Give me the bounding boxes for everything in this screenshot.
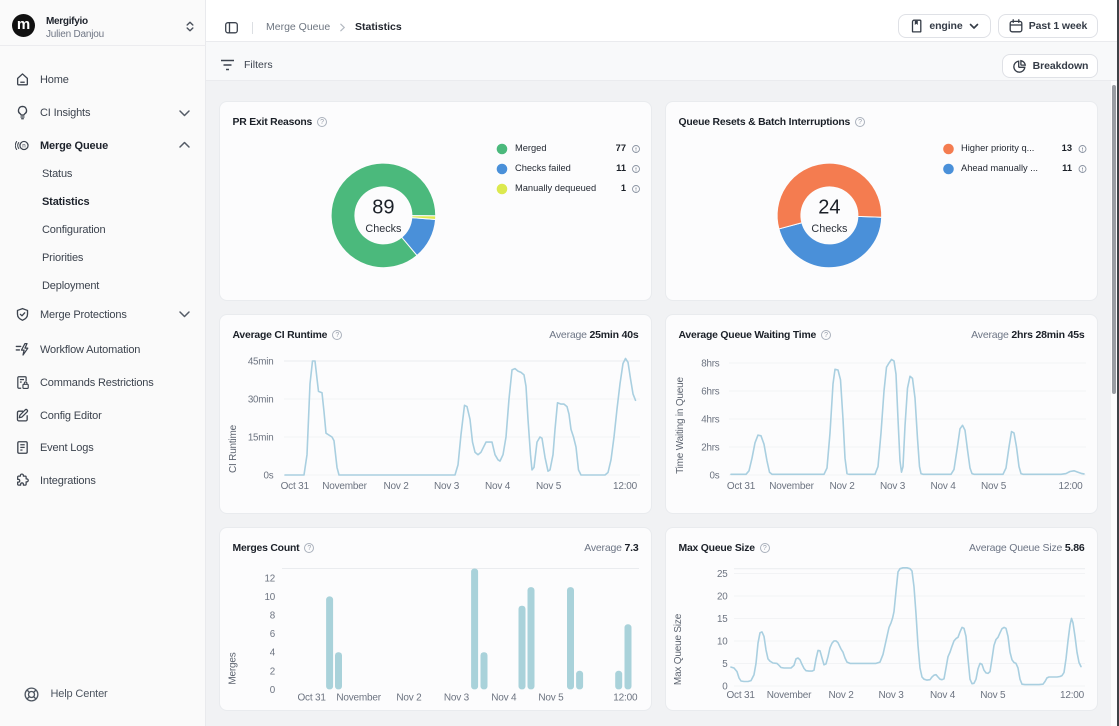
- svg-text:12:00: 12:00: [1060, 690, 1085, 701]
- svg-text:Oct 31: Oct 31: [727, 481, 756, 492]
- svg-text:Checks failed: Checks failed: [515, 163, 571, 173]
- svg-text:Nov 2: Nov 2: [828, 690, 854, 701]
- svg-text:Oct 31: Oct 31: [726, 690, 755, 701]
- svg-text:Nov 4: Nov 4: [930, 481, 956, 492]
- svg-text:Nov 5: Nov 5: [538, 693, 564, 704]
- svg-text:15min: 15min: [248, 433, 274, 444]
- svg-text:12:00: 12:00: [613, 481, 638, 492]
- svg-text:Nov 4: Nov 4: [491, 693, 517, 704]
- svg-text:2hrs: 2hrs: [701, 443, 720, 454]
- svg-text:10: 10: [265, 592, 276, 603]
- svg-text:11: 11: [616, 163, 626, 173]
- svg-text:Higher priority q...: Higher priority q...: [961, 143, 1034, 153]
- svg-text:Nov 4: Nov 4: [485, 481, 511, 492]
- svg-text:45min: 45min: [248, 357, 274, 368]
- svg-text:Nov 5: Nov 5: [981, 481, 1007, 492]
- svg-text:0s: 0s: [710, 471, 720, 482]
- svg-text:4: 4: [270, 648, 276, 659]
- svg-text:Nov 2: Nov 2: [383, 481, 409, 492]
- svg-text:Nov 2: Nov 2: [396, 693, 422, 704]
- svg-text:Ahead manually ...: Ahead manually ...: [961, 163, 1038, 173]
- svg-text:8: 8: [270, 611, 276, 622]
- svg-text:Nov 4: Nov 4: [930, 690, 956, 701]
- svg-text:4hrs: 4hrs: [701, 415, 720, 426]
- svg-text:30min: 30min: [248, 395, 274, 406]
- svg-text:Merges: Merges: [228, 652, 239, 684]
- svg-text:Oct 31: Oct 31: [281, 481, 310, 492]
- svg-text:12: 12: [265, 573, 276, 584]
- svg-text:n: n: [22, 142, 26, 149]
- svg-text:11: 11: [1062, 163, 1072, 173]
- svg-text:November: November: [769, 481, 814, 492]
- svg-text:25: 25: [717, 569, 728, 580]
- svg-text:Oct 31: Oct 31: [297, 693, 326, 704]
- svg-text:8hrs: 8hrs: [701, 359, 720, 370]
- svg-text:November: November: [767, 690, 812, 701]
- svg-text:0s: 0s: [264, 471, 274, 482]
- svg-text:Time Waiting in Queue: Time Waiting in Queue: [675, 376, 686, 473]
- svg-text:Nov 3: Nov 3: [878, 690, 904, 701]
- svg-text:0: 0: [270, 685, 276, 696]
- svg-text:Nov 2: Nov 2: [829, 481, 855, 492]
- svg-text:Manually dequeued: Manually dequeued: [515, 183, 596, 193]
- svg-text:6: 6: [270, 629, 276, 640]
- svg-text:13: 13: [1062, 143, 1072, 153]
- svg-text:77: 77: [616, 143, 626, 153]
- svg-text:10: 10: [717, 637, 728, 648]
- svg-text:12:00: 12:00: [1058, 481, 1083, 492]
- svg-text:5: 5: [722, 659, 728, 670]
- svg-text:Nov 3: Nov 3: [444, 693, 470, 704]
- svg-text:6hrs: 6hrs: [701, 387, 720, 398]
- svg-text:12:00: 12:00: [613, 693, 638, 704]
- svg-text:1: 1: [621, 183, 626, 193]
- svg-text:Nov 5: Nov 5: [536, 481, 562, 492]
- svg-text:2: 2: [270, 666, 275, 677]
- svg-text:20: 20: [717, 592, 728, 603]
- svg-text:Nov 5: Nov 5: [980, 690, 1006, 701]
- svg-text:15: 15: [717, 614, 728, 625]
- svg-text:Max Queue Size: Max Queue Size: [673, 613, 684, 685]
- svg-text:Nov 3: Nov 3: [434, 481, 460, 492]
- svg-text:Nov 3: Nov 3: [880, 481, 906, 492]
- svg-text:Merged: Merged: [515, 143, 547, 153]
- svg-text:CI Runtime: CI Runtime: [228, 424, 239, 473]
- svg-text:November: November: [336, 693, 381, 704]
- svg-text:November: November: [322, 481, 367, 492]
